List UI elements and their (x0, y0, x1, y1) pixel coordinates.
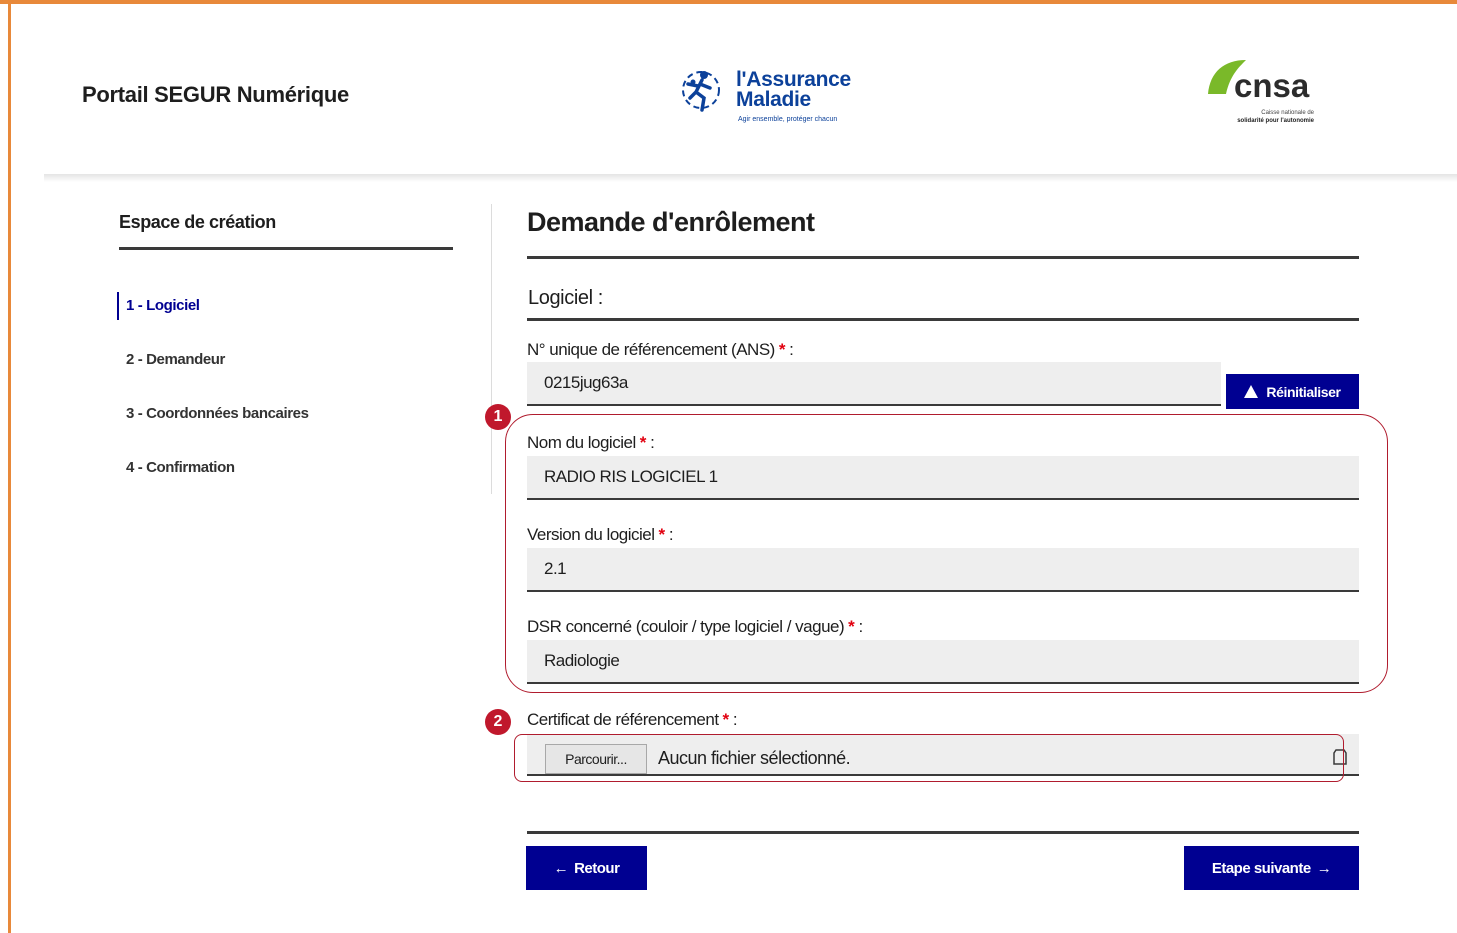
sidebar-step-demandeur[interactable]: 2 - Demandeur (126, 351, 225, 368)
portal-title[interactable]: Portail SEGUR Numérique (82, 82, 349, 108)
assurance-maladie-logo: l'Assurance Maladie Agir ensemble, proté… (680, 60, 870, 130)
assurance-logo-tagline: Agir ensemble, protéger chacun (738, 116, 838, 123)
annotation-badge-1: 1 (485, 404, 511, 430)
arrow-right-icon: → (1316, 859, 1332, 877)
required-marker: * (778, 340, 786, 359)
section-title-rule (527, 318, 1359, 321)
back-button[interactable]: ← Retour (526, 846, 647, 890)
ref-number-label: N° unique de référencement (ANS) * : (527, 340, 794, 359)
sidebar-step-logiciel[interactable]: 1 - Logiciel (126, 297, 200, 314)
back-button-label: Retour (574, 859, 620, 877)
ref-number-label-text: N° unique de référencement (ANS) (527, 340, 775, 359)
required-marker: * (722, 710, 730, 729)
annotation-badge-2: 2 (485, 709, 511, 735)
cnsa-wordmark: cnsa (1234, 67, 1310, 104)
section-title: Logiciel : (528, 287, 603, 309)
sidebar-title: Espace de création (119, 212, 276, 232)
ref-number-field[interactable]: 0215jug63a (527, 362, 1221, 406)
sidebar-title-rule (119, 247, 453, 250)
page-title: Demande d'enrôlement (527, 207, 815, 237)
footer-rule (527, 831, 1359, 834)
arrow-left-icon: ← (553, 859, 569, 877)
warning-triangle-icon (1244, 385, 1259, 398)
active-step-indicator (117, 292, 119, 320)
reset-button[interactable]: Réinitialiser (1226, 374, 1359, 409)
header-separator (44, 174, 1457, 182)
cnsa-subtitle-1: Caisse nationale de (1261, 110, 1314, 116)
next-button-label: Etape suivante (1211, 859, 1311, 877)
frame-left-border (8, 0, 11, 933)
annotation-highlight-1 (505, 414, 1388, 693)
cnsa-subtitle-2: solidarité pour l'autonomie (1237, 118, 1314, 124)
assurance-maladie-figure-icon (682, 71, 720, 112)
annotation-highlight-2 (514, 734, 1344, 782)
reset-button-label: Réinitialiser (1266, 383, 1341, 400)
ref-number-value: 0215jug63a (544, 373, 628, 392)
certificate-label: Certificat de référencement * : (527, 710, 738, 729)
cnsa-logo: cnsa Caisse nationale de solidarité pour… (1200, 56, 1320, 146)
frame-top-border (0, 0, 1457, 4)
sidebar-step-confirmation[interactable]: 4 - Confirmation (126, 459, 235, 476)
column-divider (491, 204, 492, 494)
page-title-rule (527, 256, 1359, 259)
assurance-logo-line2: Maladie (736, 88, 811, 111)
next-step-button[interactable]: Etape suivante → (1184, 846, 1359, 890)
sidebar-step-coordonnees-bancaires[interactable]: 3 - Coordonnées bancaires (126, 405, 309, 422)
certificate-label-text: Certificat de référencement (527, 710, 719, 729)
